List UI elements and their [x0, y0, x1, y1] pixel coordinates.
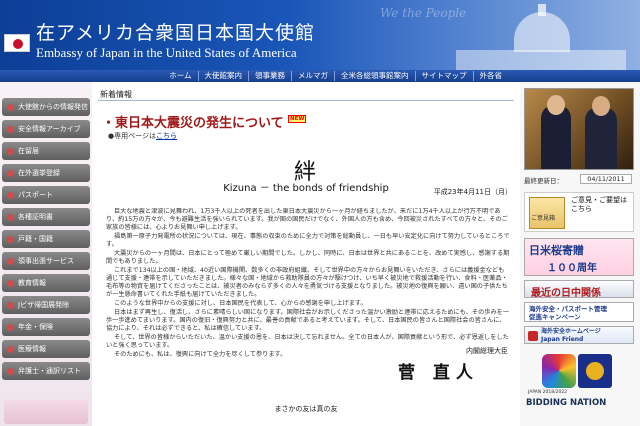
- message-paragraph: そして、世界の皆様からいただいた、温かい支援の恩を、日本は決して忘れません。全て…: [106, 334, 509, 349]
- earthquake-headline-link[interactable]: ・東日本大震災の発生について: [102, 112, 284, 131]
- passport-banner-line1: 海外安全・パスポート管理: [529, 305, 607, 313]
- bullet-icon: [7, 323, 14, 331]
- site-title-jp[interactable]: 在アメリカ合衆国日本国大使館: [36, 18, 315, 45]
- pm-title: 内閣総理大臣: [466, 347, 508, 355]
- bullet-icon: [7, 191, 14, 199]
- message-paragraph: 福島第一原子力発電所の状況については、現在、事態の収束のために全力で対策を総動員…: [106, 233, 510, 248]
- sidebar-item-passport[interactable]: パスポート: [2, 186, 90, 204]
- special-page-prefix: ●専用ページは: [108, 132, 156, 140]
- feedback-text: ご意見・ご要望はこちら: [571, 196, 627, 213]
- passport-banner-line2: 促進キャンペーン: [529, 313, 581, 321]
- japan-flag-icon: [4, 34, 30, 52]
- sidebar-item-education[interactable]: 教育情報: [2, 274, 90, 292]
- feedback-banner[interactable]: ご意見箱 ご意見・ご要望はこちら: [524, 192, 634, 232]
- capitol-building-image: [456, 4, 626, 70]
- sakura-banner-line2: １００周年: [547, 263, 597, 274]
- section-divider: [98, 100, 514, 101]
- message-date: 平成23年4月11日（月）: [433, 188, 512, 196]
- bullet-icon: [7, 103, 14, 111]
- bidding-nation-label[interactable]: BIDDING NATION: [526, 398, 606, 408]
- site-title-en[interactable]: Embassy of Japan in the United States of…: [36, 45, 297, 61]
- overseas-safety-banner[interactable]: 海外安全ホームページ Japan Friend: [524, 326, 634, 344]
- nav-item-about[interactable]: 大使館案内: [197, 71, 249, 81]
- ambassador-photo[interactable]: [524, 88, 634, 170]
- right-column: 最終更新日： 04/11/2011 ご意見箱 ご意見・ご要望はこちら 日米桜寄贈…: [520, 82, 640, 426]
- bullet-icon: [7, 235, 14, 243]
- bullet-icon: [7, 213, 14, 221]
- nav-item-sitemap[interactable]: サイトマップ: [414, 71, 473, 81]
- site-header: We the People 在アメリカ合衆国日本国大使館 Embassy of …: [0, 0, 640, 70]
- bullet-icon: [7, 345, 14, 353]
- bullet-icon: [7, 301, 14, 309]
- sidebar-item-residence[interactable]: 在留届: [2, 142, 90, 160]
- bid-emblem-icon[interactable]: [578, 354, 612, 388]
- bullet-icon: [7, 125, 14, 133]
- top-nav: ホーム 大使館案内 領事業務 メルマガ 全米各総領事館案内 サイトマップ 外各省: [0, 70, 640, 82]
- message-paragraph: これまで134以上の国・地域、40近い国際機関、数多くの非政府組織、そして世界中…: [106, 267, 508, 298]
- message-paragraph: このような世界中からの支援に対し、日本国民を代表して、心からの感謝を申し上げます…: [114, 300, 367, 307]
- safety-banner-line1: 海外安全ホームページ: [541, 328, 601, 335]
- nav-item-consular[interactable]: 領事業務: [248, 71, 291, 81]
- new-badge: NEW: [288, 115, 307, 123]
- bullet-icon: [7, 147, 14, 155]
- message-paragraph: 日本はまず再生し、復活し、さらに素晴らしい国になります。国際社会がお示しくださっ…: [106, 309, 510, 332]
- header-decor-script: We the People: [380, 6, 467, 20]
- last-updated-value: 04/11/2011: [580, 174, 632, 184]
- safety-icon: [528, 331, 538, 341]
- sidebar-item-info[interactable]: 大使館からの情報発信: [2, 98, 90, 116]
- message-paragraph: 大震災からの一ヶ月間は、日本にとって極めて厳しい期間でした。しかし、同時に、日本…: [106, 250, 510, 265]
- sakura-banner-line1: 日米桜寄贈: [529, 244, 584, 257]
- cherry-blossom-centennial-banner[interactable]: 日米桜寄贈 １００周年: [524, 238, 634, 276]
- bullet-icon: [7, 257, 14, 265]
- sidebar-decor-image: [4, 400, 88, 424]
- sidebar-item-pension[interactable]: 年金・保険: [2, 318, 90, 336]
- nav-item-mofa[interactable]: 外各省: [472, 71, 509, 81]
- sidebar-item-outreach[interactable]: 領事出張サービス: [2, 252, 90, 270]
- sidebar-item-medical[interactable]: 医療情報: [2, 340, 90, 358]
- pm-signature: 菅 直人: [398, 363, 479, 383]
- closing-line: まさかの友は真の友: [274, 405, 338, 413]
- nav-item-mailmag[interactable]: メルマガ: [291, 71, 334, 81]
- sidebar-item-family-register[interactable]: 戸籍・国籍: [2, 230, 90, 248]
- sidebar-item-certificates[interactable]: 各種証明書: [2, 208, 90, 226]
- nav-item-consulates[interactable]: 全米各総領事館案内: [334, 71, 415, 81]
- mailbox-label: ご意見箱: [531, 215, 556, 222]
- last-updated-label: 最終更新日：: [524, 177, 563, 185]
- sidebar-item-safety[interactable]: 安全情報アーカイブ: [2, 120, 90, 138]
- bullet-icon: [7, 367, 14, 375]
- japan-bid-logo-label: JAPAN 2018/2022: [528, 390, 568, 395]
- bullet-icon: [7, 279, 14, 287]
- safety-banner-line2: Japan Friend: [541, 336, 584, 343]
- pm-message-body: 巨大な地震と津波に見舞われ、1万3千人以上の死者を出した東日本大震災から一ヶ月が…: [106, 208, 510, 376]
- japan-bid-logo-icon[interactable]: [542, 354, 576, 388]
- sidebar-item-lawyers[interactable]: 弁護士・通訳リスト: [2, 362, 90, 380]
- special-page-line: ●専用ページはこちら: [108, 131, 177, 141]
- japan-china-relations-banner[interactable]: 最近の日中関係: [524, 280, 634, 298]
- message-paragraph: 巨大な地震と津波に見舞われ、1万3千人以上の死者を出した東日本大震災から一ヶ月が…: [106, 208, 508, 231]
- main-content: 新着情報 ・東日本大震災の発生について NEW ●専用ページはこちら 絆 Kiz…: [98, 82, 516, 426]
- special-page-link[interactable]: こちら: [156, 132, 177, 140]
- sidebar-item-voting[interactable]: 在外選挙登録: [2, 164, 90, 182]
- bullet-icon: [7, 169, 14, 177]
- sidebar-item-jvisa[interactable]: Jビザ帰国展発除: [2, 296, 90, 314]
- relations-banner-text: 最近の日中関係: [531, 288, 601, 298]
- section-label: 新着情報: [100, 90, 132, 99]
- passport-campaign-banner[interactable]: 海外安全・パスポート管理 促進キャンペーン: [524, 302, 634, 322]
- nav-item-home[interactable]: ホーム: [163, 71, 197, 81]
- sidebar: 大使館からの情報発信 安全情報アーカイブ 在留届 在外選挙登録 パスポート 各種…: [0, 82, 92, 426]
